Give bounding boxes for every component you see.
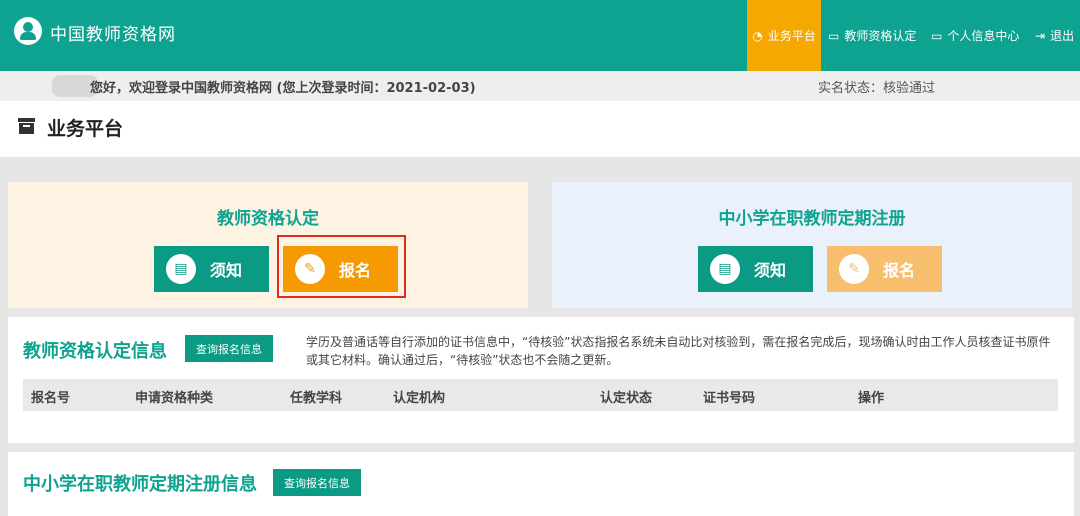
site-logo-icon[interactable]	[14, 17, 42, 45]
card-title: 教师资格认定	[217, 209, 319, 229]
id-card-icon: ▤	[166, 254, 196, 284]
registration-notice-button[interactable]: ▤ 须知	[698, 246, 813, 292]
periodic-registration-card: 中小学在职教师定期注册 ▤ 须知 ✎ 报名	[552, 182, 1072, 308]
highlight-box	[277, 235, 406, 298]
nav-business-platform[interactable]: ◔ 业务平台	[747, 0, 821, 71]
nav-label: 个人信息中心	[947, 29, 1020, 43]
realname-status: 实名状态：核验通过	[818, 81, 936, 96]
table-header: 报名号 申请资格种类 任教学科 认定机构 认定状态 证书号码 操作	[23, 379, 1058, 411]
query-registration-button[interactable]: 查询报名信息	[273, 469, 361, 496]
notice-text: 学历及普通话等自行添加的证书信息中，“待核验”状态指报名系统未自动比对核验到，需…	[306, 335, 1051, 367]
column-header: 申请资格种类	[135, 391, 214, 406]
dashboard-icon: ◔	[752, 28, 763, 43]
clipboard-icon: ✎	[839, 254, 869, 284]
nav-label: 教师资格认定	[844, 29, 917, 43]
logout-icon: ⇥	[1035, 28, 1046, 43]
column-header: 认定状态	[600, 391, 653, 406]
query-registration-button[interactable]: 查询报名信息	[185, 335, 273, 362]
panel-title: 中小学在职教师定期注册信息	[23, 474, 257, 495]
column-header: 报名号	[31, 391, 71, 406]
monitor-icon: ▭	[828, 28, 840, 43]
welcome-text: 您好，欢迎登录中国教师资格网 (您上次登录时间：2021-02-03)	[90, 81, 476, 96]
nav-label: 业务平台	[767, 29, 816, 43]
nav-teacher-certification[interactable]: ▭ 教师资格认定	[828, 0, 916, 71]
platform-header: 业务平台	[0, 101, 1080, 157]
column-header: 任教学科	[290, 391, 343, 406]
registration-register-button[interactable]: ✎ 报名	[827, 246, 942, 292]
button-label: 须知	[210, 261, 243, 280]
certification-info-panel: 教师资格认定信息 查询报名信息 学历及普通话等自行添加的证书信息中，“待核验”状…	[8, 317, 1074, 443]
button-label: 报名	[883, 261, 916, 280]
site-title[interactable]: 中国教师资格网	[50, 20, 176, 45]
id-card-icon: ▤	[710, 254, 740, 284]
column-header: 证书号码	[703, 391, 756, 406]
card-title: 中小学在职教师定期注册	[718, 209, 906, 229]
certification-notice-button[interactable]: ▤ 须知	[154, 246, 269, 292]
nav-logout[interactable]: ⇥ 退出	[1035, 0, 1074, 71]
monitor-icon: ▭	[931, 28, 943, 43]
nav-label: 退出	[1050, 29, 1075, 43]
welcome-bar: 您好，欢迎登录中国教师资格网 (您上次登录时间：2021-02-03) 实名状态…	[0, 71, 1080, 101]
top-header: 中国教师资格网 ◔ 业务平台 ▭ 教师资格认定 ▭ 个人信息中心 ⇥ 退出	[0, 0, 1080, 71]
nav-personal-center[interactable]: ▭ 个人信息中心	[931, 0, 1019, 71]
column-header: 认定机构	[393, 391, 446, 406]
panel-title: 教师资格认定信息	[23, 341, 167, 362]
archive-box-icon	[18, 118, 35, 134]
page-title: 业务平台	[47, 118, 124, 140]
column-header: 操作	[858, 391, 885, 406]
certification-card: 教师资格认定 ▤ 须知 ✎ 报名	[8, 182, 528, 308]
registration-info-panel: 中小学在职教师定期注册信息 查询报名信息	[8, 452, 1074, 516]
button-label: 须知	[754, 261, 787, 280]
